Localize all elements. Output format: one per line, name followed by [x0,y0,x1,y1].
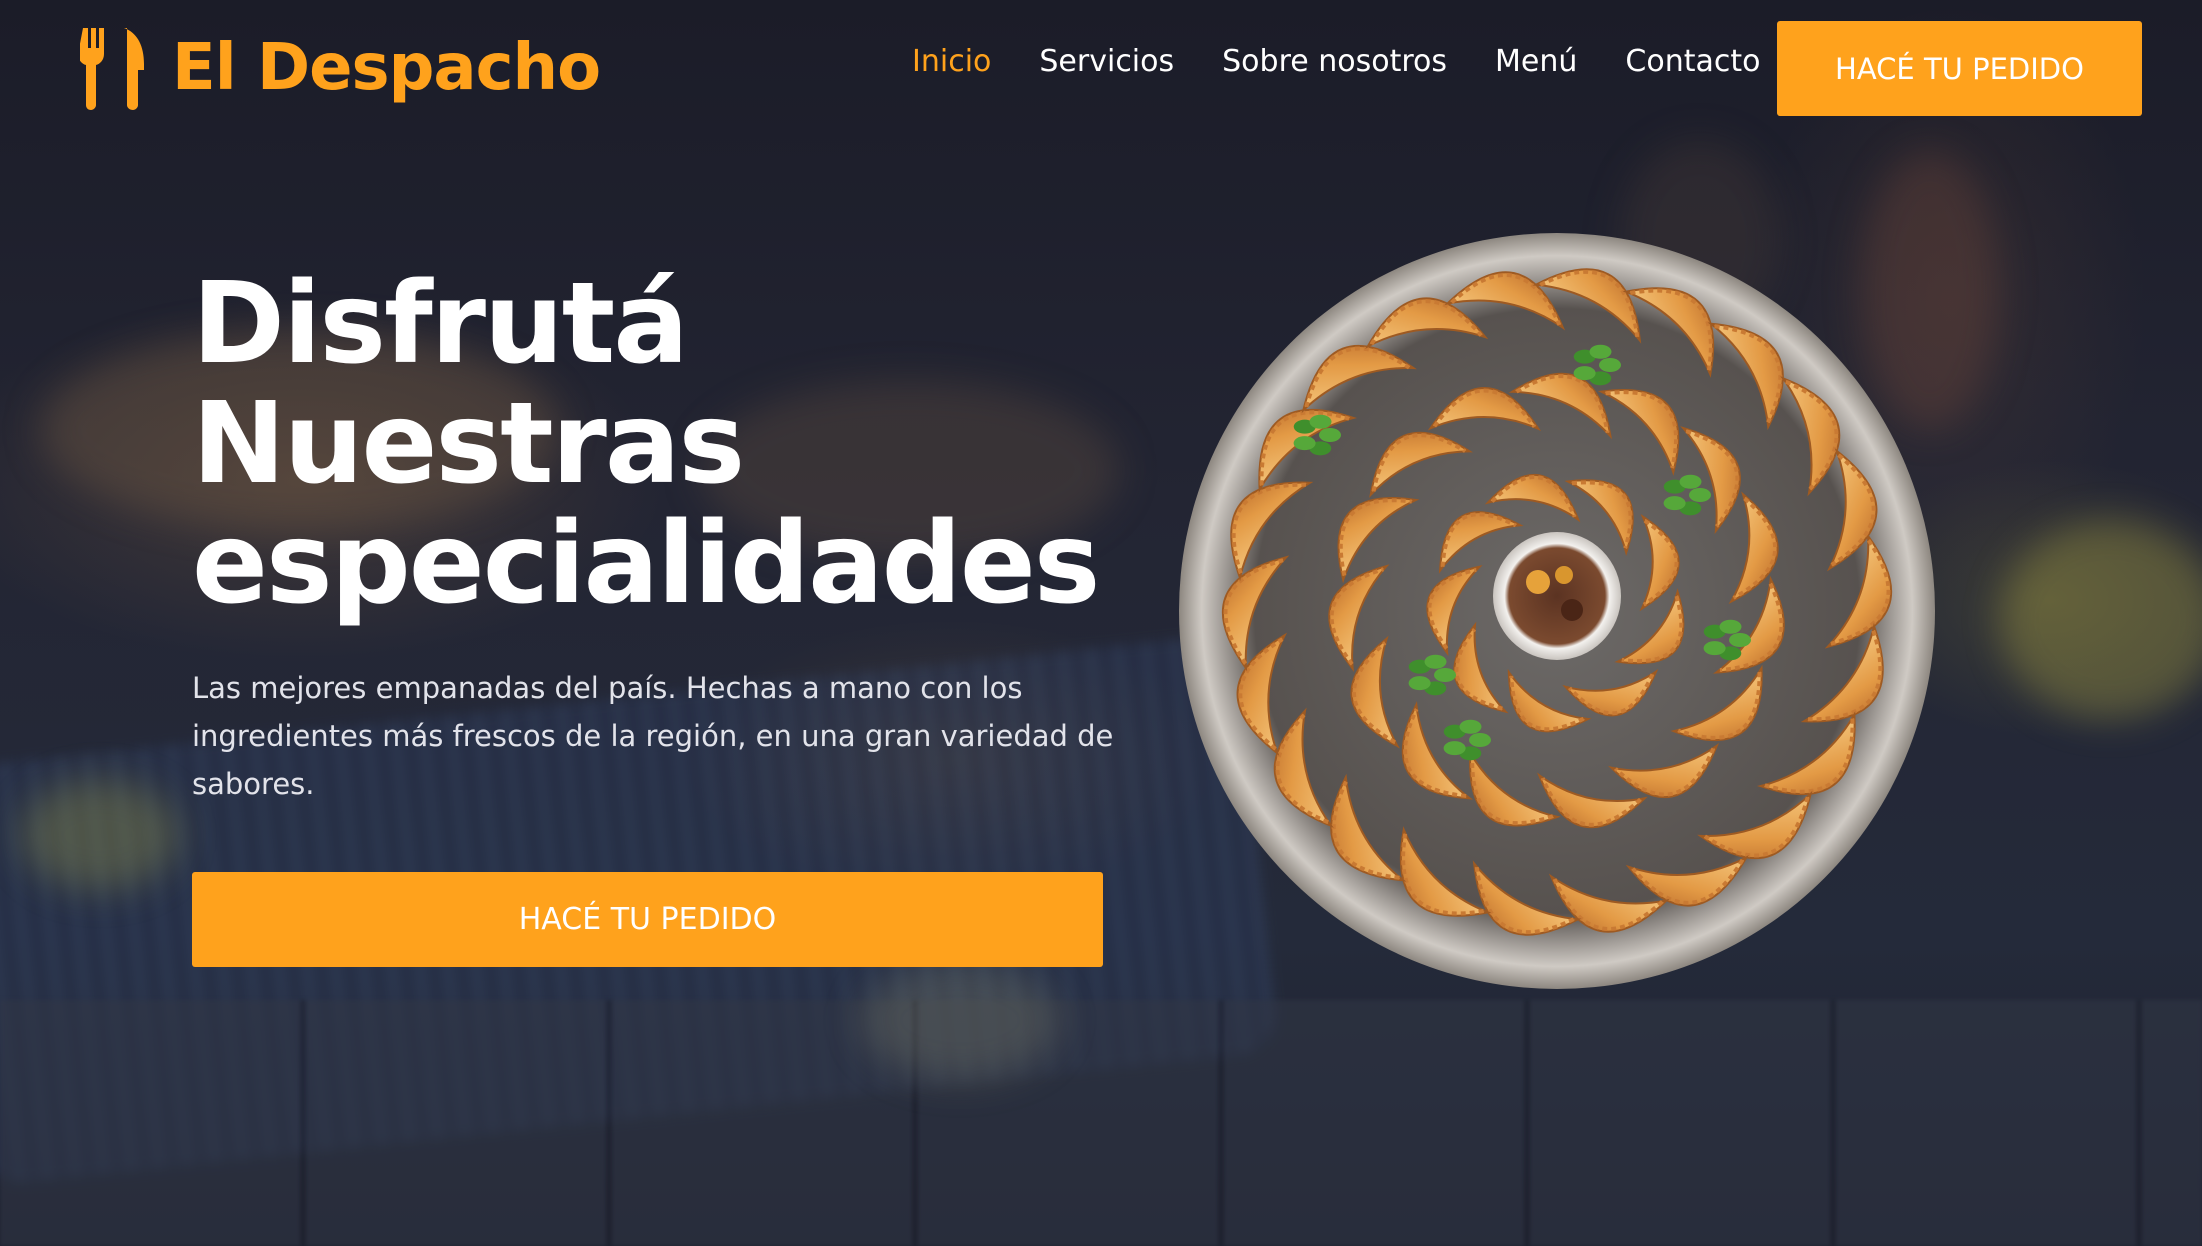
site-header: El Despacho Inicio Servicios Sobre nosot… [0,0,2202,136]
empanadas-plate-image [1179,233,1935,989]
cilantro-leaf [1408,676,1431,691]
cilantro-leaf [1293,436,1316,451]
cilantro-leaf [1573,366,1596,381]
hero-title-line: Nuestras [192,379,745,509]
cilantro-leaf [1689,488,1711,502]
main-nav: Inicio Servicios Sobre nosotros Menú Con… [912,44,1808,79]
cilantro-leaf [1434,668,1456,682]
filling-piece [1526,570,1550,594]
header-order-button[interactable]: HACÉ TU PEDIDO [1777,21,2142,116]
brand-name: El Despacho [172,31,601,105]
nav-item-sobre-nosotros[interactable]: Sobre nosotros [1222,44,1447,79]
hero-order-button[interactable]: HACÉ TU PEDIDO [192,872,1103,967]
cilantro-leaf [1719,619,1742,634]
cilantro-leaf [1663,496,1686,511]
hero-title-line: especialidades [192,499,1100,629]
background-wood-planks [0,1000,2202,1246]
cilantro-leaf [1729,633,1751,647]
cilantro-leaf [1679,474,1702,489]
filling-piece [1555,566,1573,584]
cilantro-leaf [1443,741,1466,756]
nav-item-servicios[interactable]: Servicios [1039,44,1174,79]
hero-title-line: Disfrutá [192,259,689,389]
nav-item-menu[interactable]: Menú [1495,44,1577,79]
hero-description: Las mejores empanadas del país. Hechas a… [192,671,1114,801]
landing-page: El Despacho Inicio Servicios Sobre nosot… [0,0,2202,1246]
nav-item-inicio[interactable]: Inicio [912,44,991,79]
brand-logo[interactable]: El Despacho [80,26,601,110]
cilantro-leaf [1469,733,1491,747]
cilantro-leaf [1319,428,1341,442]
cilantro-leaf [1703,641,1726,656]
fork-knife-icon [80,28,144,110]
nav-item-contacto[interactable]: Contacto [1625,44,1760,79]
filling-piece [1561,599,1583,621]
background-blur-shape [2000,520,2202,720]
cilantro-leaf [1424,654,1447,669]
cilantro-leaf [1459,719,1482,734]
filling-bowl [1493,532,1621,660]
cilantro-leaf [1599,358,1621,372]
cilantro-leaf [1589,344,1612,359]
cilantro-leaf [1309,414,1332,429]
hero-title: Disfrutá Nuestras especialidades [192,264,1192,624]
